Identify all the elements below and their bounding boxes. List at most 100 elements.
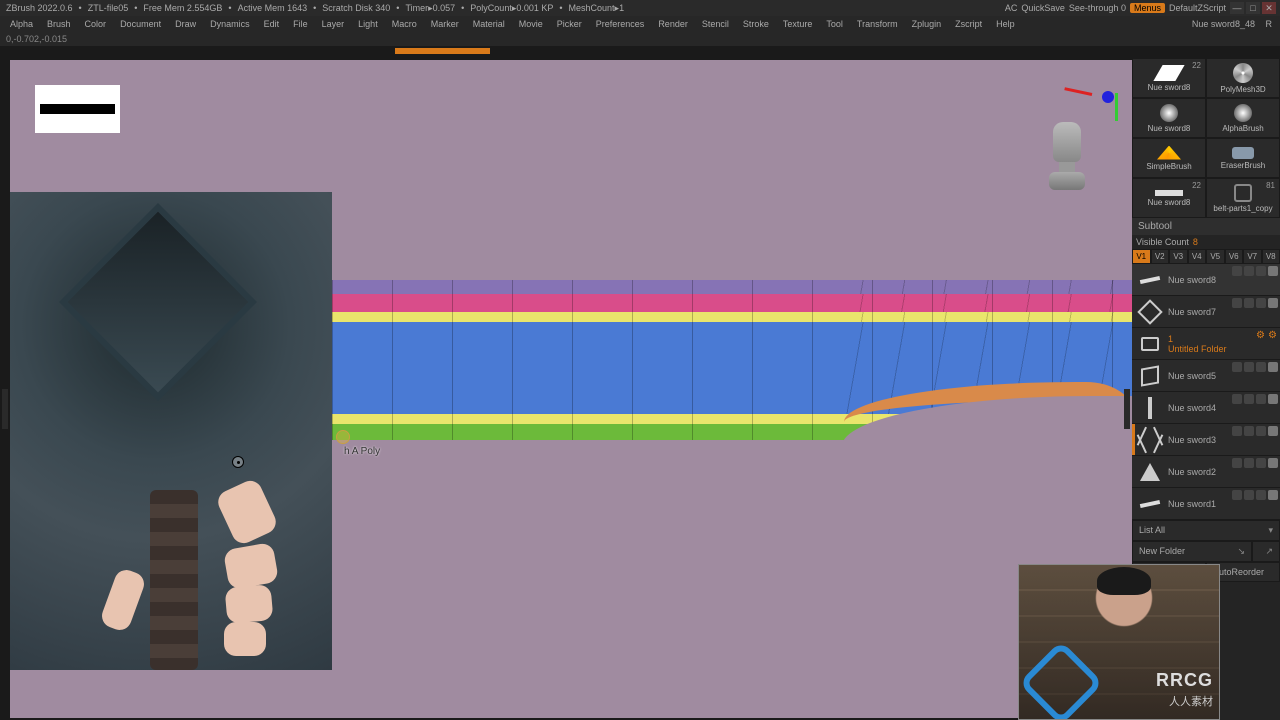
meshcount: MeshCount▸1 xyxy=(567,3,627,14)
menu-file[interactable]: File xyxy=(287,18,314,30)
quicksave-button[interactable]: QuickSave xyxy=(1021,3,1065,13)
camera-head-gizmo[interactable] xyxy=(1047,122,1087,190)
vis-tab-v4[interactable]: V4 xyxy=(1188,249,1207,264)
presenter-face xyxy=(1089,571,1159,661)
menu-edit[interactable]: Edit xyxy=(258,18,286,30)
mesh-blade[interactable]: h A Poly xyxy=(332,280,1132,440)
vis-tab-v3[interactable]: V3 xyxy=(1169,249,1188,264)
vis-tab-v8[interactable]: V8 xyxy=(1262,249,1280,264)
menu-zscript[interactable]: Zscript xyxy=(949,18,988,30)
brush-slot-7[interactable]: 81belt-parts1_copy xyxy=(1206,178,1280,218)
right-tray-handle[interactable] xyxy=(1124,389,1130,429)
subtool-item[interactable]: Nue sword7 xyxy=(1132,296,1280,328)
file-name: ZTL-file05 xyxy=(86,3,131,13)
default-zscript[interactable]: DefaultZScript xyxy=(1169,3,1226,13)
subtool-folder[interactable]: 1Untitled Folder⚙⚙ xyxy=(1132,328,1280,360)
axis-y-icon xyxy=(1115,93,1118,121)
menu-alpha[interactable]: Alpha xyxy=(4,18,39,30)
brush-slot-5[interactable]: EraserBrush xyxy=(1206,138,1280,178)
menu-marker[interactable]: Marker xyxy=(425,18,465,30)
menu-transform[interactable]: Transform xyxy=(851,18,904,30)
subtool-panel-title[interactable]: Subtool xyxy=(1132,218,1280,235)
title-right: AC QuickSave See-through 0 Menus Default… xyxy=(1005,2,1276,14)
menu-render[interactable]: Render xyxy=(652,18,694,30)
menu-brush[interactable]: Brush xyxy=(41,18,77,30)
brush-slot-1[interactable]: PolyMesh3D xyxy=(1206,58,1280,98)
status-line: 0,-0.702,-0.015 xyxy=(0,32,1280,46)
polygroup-marker-icon xyxy=(336,430,350,444)
brush-slot-4[interactable]: SimpleBrush xyxy=(1132,138,1206,178)
eye-icon[interactable] xyxy=(1268,362,1278,372)
folder-extra-button[interactable]: ↗ xyxy=(1252,541,1280,562)
menu-color[interactable]: Color xyxy=(79,18,113,30)
menu-movie[interactable]: Movie xyxy=(513,18,549,30)
gear-icon[interactable]: ⚙ xyxy=(1268,330,1278,340)
top-shelf xyxy=(0,46,1280,58)
close-button[interactable]: ✕ xyxy=(1262,2,1276,14)
menu-dynamics[interactable]: Dynamics xyxy=(204,18,256,30)
blade-icon xyxy=(1153,65,1184,81)
brush-slot-6[interactable]: 22Nue sword8 xyxy=(1132,178,1206,218)
vis-tab-v5[interactable]: V5 xyxy=(1206,249,1225,264)
axis-gizmo[interactable] xyxy=(1064,85,1114,125)
subtool-item[interactable]: Nue sword3 xyxy=(1132,424,1280,456)
menu-draw[interactable]: Draw xyxy=(169,18,202,30)
tool-header[interactable]: Nue sword8_48 R xyxy=(1188,19,1276,29)
brush-cursor-icon xyxy=(232,456,244,468)
menu-preferences[interactable]: Preferences xyxy=(590,18,651,30)
vis-tab-v1[interactable]: V1 xyxy=(1132,249,1151,264)
subtool-item[interactable]: Nue sword5 xyxy=(1132,360,1280,392)
subtool-name: Nue sword5 xyxy=(1168,371,1280,381)
subtool-item[interactable]: Nue sword8 xyxy=(1132,264,1280,296)
star-icon xyxy=(1233,63,1253,83)
menu-help[interactable]: Help xyxy=(990,18,1021,30)
brush-slot-0[interactable]: 22Nue sword8 xyxy=(1132,58,1206,98)
app-name: ZBrush 2022.0.6 xyxy=(4,3,75,13)
list-all-button[interactable]: List All▾ xyxy=(1132,520,1280,541)
new-folder-button[interactable]: New Folder↘ xyxy=(1132,541,1252,562)
spotlight-reference[interactable] xyxy=(10,192,332,670)
menu-zplugin[interactable]: Zplugin xyxy=(906,18,948,30)
maximize-button[interactable]: □ xyxy=(1246,2,1260,14)
gear-icon[interactable]: ⚙ xyxy=(1256,330,1266,340)
subtool-thumb-icon xyxy=(1140,275,1160,283)
menu-document[interactable]: Document xyxy=(114,18,167,30)
menu-texture[interactable]: Texture xyxy=(777,18,819,30)
seethrough-slider[interactable]: See-through 0 xyxy=(1069,3,1126,13)
quick-sketch-thumb[interactable] xyxy=(35,85,120,133)
menu-stroke[interactable]: Stroke xyxy=(737,18,775,30)
brush-slot-2[interactable]: Nue sword8 xyxy=(1132,98,1206,138)
eye-icon[interactable] xyxy=(1268,426,1278,436)
video-overlay: RRCG 人人素材 xyxy=(1018,564,1220,720)
minimize-button[interactable]: — xyxy=(1230,2,1244,14)
menu-tool[interactable]: Tool xyxy=(820,18,849,30)
menu-picker[interactable]: Picker xyxy=(551,18,588,30)
menu-material[interactable]: Material xyxy=(467,18,511,30)
viewport[interactable]: h A Poly xyxy=(10,60,1132,718)
subtool-thumb-icon xyxy=(1141,365,1159,386)
eye-icon[interactable] xyxy=(1268,266,1278,276)
subtool-item[interactable]: Nue sword4 xyxy=(1132,392,1280,424)
eye-icon[interactable] xyxy=(1268,490,1278,500)
subtool-thumb-icon xyxy=(1140,430,1160,450)
menu-macro[interactable]: Macro xyxy=(386,18,423,30)
menu-stencil[interactable]: Stencil xyxy=(696,18,735,30)
subtool-item[interactable]: Nue sword2 xyxy=(1132,456,1280,488)
menu-light[interactable]: Light xyxy=(352,18,384,30)
subtool-item[interactable]: Nue sword1 xyxy=(1132,488,1280,520)
eye-icon[interactable] xyxy=(1268,298,1278,308)
vis-tab-v6[interactable]: V6 xyxy=(1225,249,1244,264)
left-tray-handle[interactable] xyxy=(2,389,8,429)
dot-icon xyxy=(1234,104,1252,122)
eye-icon[interactable] xyxy=(1268,458,1278,468)
vis-tab-v7[interactable]: V7 xyxy=(1243,249,1262,264)
title-bar: ZBrush 2022.0.6• ZTL-file05• Free Mem 2.… xyxy=(0,0,1280,16)
progress-segment xyxy=(395,48,490,54)
eye-icon[interactable] xyxy=(1268,394,1278,404)
menu-layer[interactable]: Layer xyxy=(316,18,351,30)
brush-slot-3[interactable]: AlphaBrush xyxy=(1206,98,1280,138)
brush-label: PolyMesh3D xyxy=(1220,85,1265,94)
visibility-tabs: V1V2V3V4V5V6V7V8 xyxy=(1132,249,1280,264)
vis-tab-v2[interactable]: V2 xyxy=(1151,249,1170,264)
menus-toggle[interactable]: Menus xyxy=(1130,3,1165,13)
